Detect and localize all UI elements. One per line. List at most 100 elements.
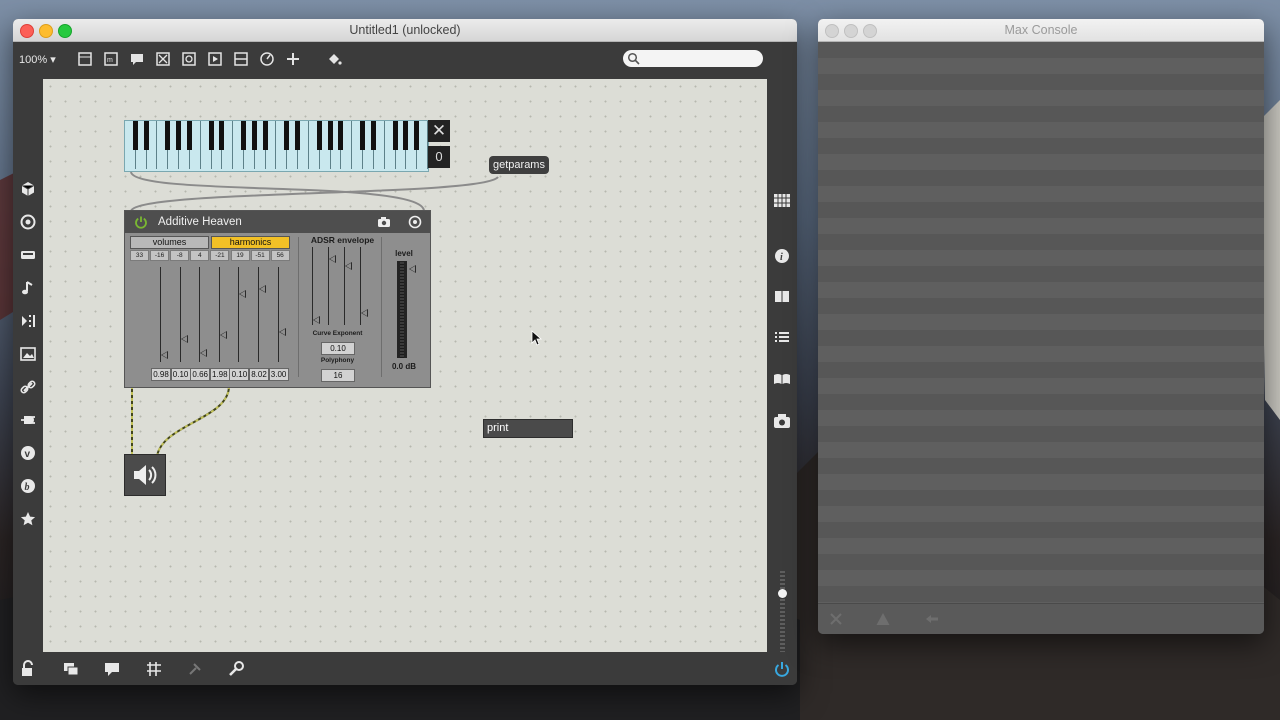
console-message-list[interactable] — [818, 42, 1264, 605]
polyphony-number[interactable]: 16 — [321, 369, 355, 382]
presentation-icon[interactable] — [76, 50, 94, 68]
paint-bucket-icon[interactable] — [325, 50, 343, 68]
volumes-tab[interactable]: volumes — [130, 236, 209, 249]
back-arrow-icon[interactable] — [924, 611, 940, 627]
harmonic-number-box[interactable]: 19 — [230, 250, 250, 261]
target-icon[interactable] — [19, 213, 37, 231]
harmonic-slider-handle[interactable] — [161, 351, 168, 360]
black-key[interactable] — [403, 121, 409, 150]
black-key[interactable] — [316, 121, 322, 150]
lock-icon[interactable] — [19, 660, 37, 678]
wrench-icon[interactable] — [227, 660, 245, 678]
list-icon[interactable] — [773, 329, 791, 347]
patcher-canvas[interactable]: ✕ 0 getparams print Additive Heaven volu… — [43, 79, 767, 664]
camera-icon[interactable] — [377, 215, 391, 229]
adsr-slider-track[interactable] — [312, 247, 313, 325]
close-window-button[interactable] — [20, 24, 34, 38]
harmonic-number-box[interactable]: -16 — [150, 250, 170, 261]
harmonic-value-box[interactable]: 0.98 — [151, 368, 171, 381]
harmonic-value-box[interactable]: 3.00 — [268, 368, 289, 381]
search-field[interactable] — [623, 50, 763, 67]
harmonic-number-box[interactable]: -8 — [170, 250, 190, 261]
harmonic-slider-handle[interactable] — [239, 289, 247, 298]
console-close-button[interactable] — [825, 24, 839, 38]
clear-console-icon[interactable] — [828, 611, 844, 627]
harmonic-slider-handle[interactable] — [219, 330, 227, 339]
music-note-icon[interactable] — [19, 279, 37, 297]
snapshot-icon[interactable] — [408, 215, 422, 229]
print-object[interactable]: print — [483, 419, 573, 438]
harmonic-slider-track[interactable] — [199, 267, 201, 362]
black-key[interactable] — [241, 121, 247, 150]
adsr-slider-handle[interactable] — [361, 308, 368, 317]
curve-exponent-number[interactable]: 0.10 — [321, 342, 355, 355]
windows-icon[interactable] — [62, 660, 80, 678]
black-key[interactable] — [392, 121, 398, 150]
slider-icon[interactable] — [232, 50, 250, 68]
black-key[interactable] — [360, 121, 366, 150]
harmonic-number-box[interactable]: 4 — [190, 250, 210, 261]
harmonic-slider-handle[interactable] — [259, 285, 266, 294]
grid-icon[interactable] — [773, 192, 791, 210]
adsr-slider-handle[interactable] — [313, 315, 320, 324]
camera-icon[interactable] — [773, 412, 791, 430]
link-icon[interactable] — [19, 378, 37, 396]
book-icon[interactable] — [773, 288, 791, 306]
minimize-window-button[interactable] — [39, 24, 53, 38]
harmonic-slider-track[interactable] — [258, 267, 259, 362]
level-slider-handle[interactable] — [409, 265, 416, 273]
adsr-slider-handle[interactable] — [345, 262, 352, 271]
console-zoom-button[interactable] — [863, 24, 877, 38]
harmonic-value-box[interactable]: 1.98 — [209, 368, 230, 381]
bus-icon[interactable] — [19, 246, 37, 264]
image-icon[interactable] — [19, 345, 37, 363]
console-titlebar[interactable]: Max Console — [818, 19, 1264, 42]
black-key[interactable] — [370, 121, 376, 150]
additive-heaven-bpatcher[interactable]: Additive Heaven volumes harmonics 33 -16-… — [124, 210, 431, 388]
harmonic-number-box[interactable]: -51 — [250, 250, 270, 261]
zoom-dropdown[interactable]: 100% ▾ — [19, 53, 56, 66]
harmonic-number-box[interactable]: 33 — [130, 250, 149, 261]
plug-icon[interactable] — [19, 411, 37, 429]
black-key[interactable] — [338, 121, 344, 150]
harmonic-slider-track[interactable] — [238, 267, 240, 362]
v-circle-icon[interactable]: v — [19, 444, 37, 462]
b-circle-icon[interactable]: b — [19, 477, 37, 495]
harmonic-slider-track[interactable] — [160, 267, 161, 362]
black-key[interactable] — [251, 121, 257, 150]
level-meter[interactable] — [397, 261, 407, 358]
power-icon[interactable] — [134, 215, 148, 229]
black-key[interactable] — [165, 121, 171, 150]
ezdac-speaker-button[interactable] — [124, 454, 166, 496]
harmonic-number-box[interactable]: 56 — [270, 250, 290, 261]
keyboard-note-number[interactable]: 0 — [428, 146, 450, 168]
kslider-keyboard[interactable] — [124, 120, 429, 172]
black-key[interactable] — [208, 121, 214, 150]
black-key[interactable] — [284, 121, 290, 150]
harmonic-slider-track[interactable] — [179, 267, 181, 362]
black-key[interactable] — [132, 121, 138, 150]
black-key[interactable] — [143, 121, 149, 150]
patcher-icon[interactable]: m — [102, 50, 120, 68]
sequence-icon[interactable] — [19, 312, 37, 330]
black-key[interactable] — [186, 121, 192, 150]
volume-slider-knob[interactable] — [778, 588, 787, 598]
open-book-icon[interactable] — [773, 370, 791, 388]
power-icon[interactable] — [773, 660, 791, 678]
close-box-icon[interactable] — [154, 50, 172, 68]
adsr-slider-track[interactable] — [344, 247, 345, 325]
black-key[interactable] — [176, 121, 182, 150]
search-input[interactable] — [643, 51, 759, 67]
black-key[interactable] — [219, 121, 225, 150]
black-key[interactable] — [295, 121, 301, 150]
comment-icon[interactable] — [128, 50, 146, 68]
harmonic-slider-handle[interactable] — [180, 334, 188, 343]
harmonics-tab[interactable]: harmonics — [211, 236, 290, 249]
harmonic-value-box[interactable]: 0.66 — [190, 368, 211, 381]
zoom-window-button[interactable] — [58, 24, 72, 38]
comment-bubble-icon[interactable] — [103, 660, 121, 678]
harmonic-slider-handle[interactable] — [278, 327, 286, 336]
cube-icon[interactable] — [19, 180, 37, 198]
harmonic-number-box[interactable]: -21 — [210, 250, 230, 261]
harmonic-slider-track[interactable] — [277, 267, 279, 362]
